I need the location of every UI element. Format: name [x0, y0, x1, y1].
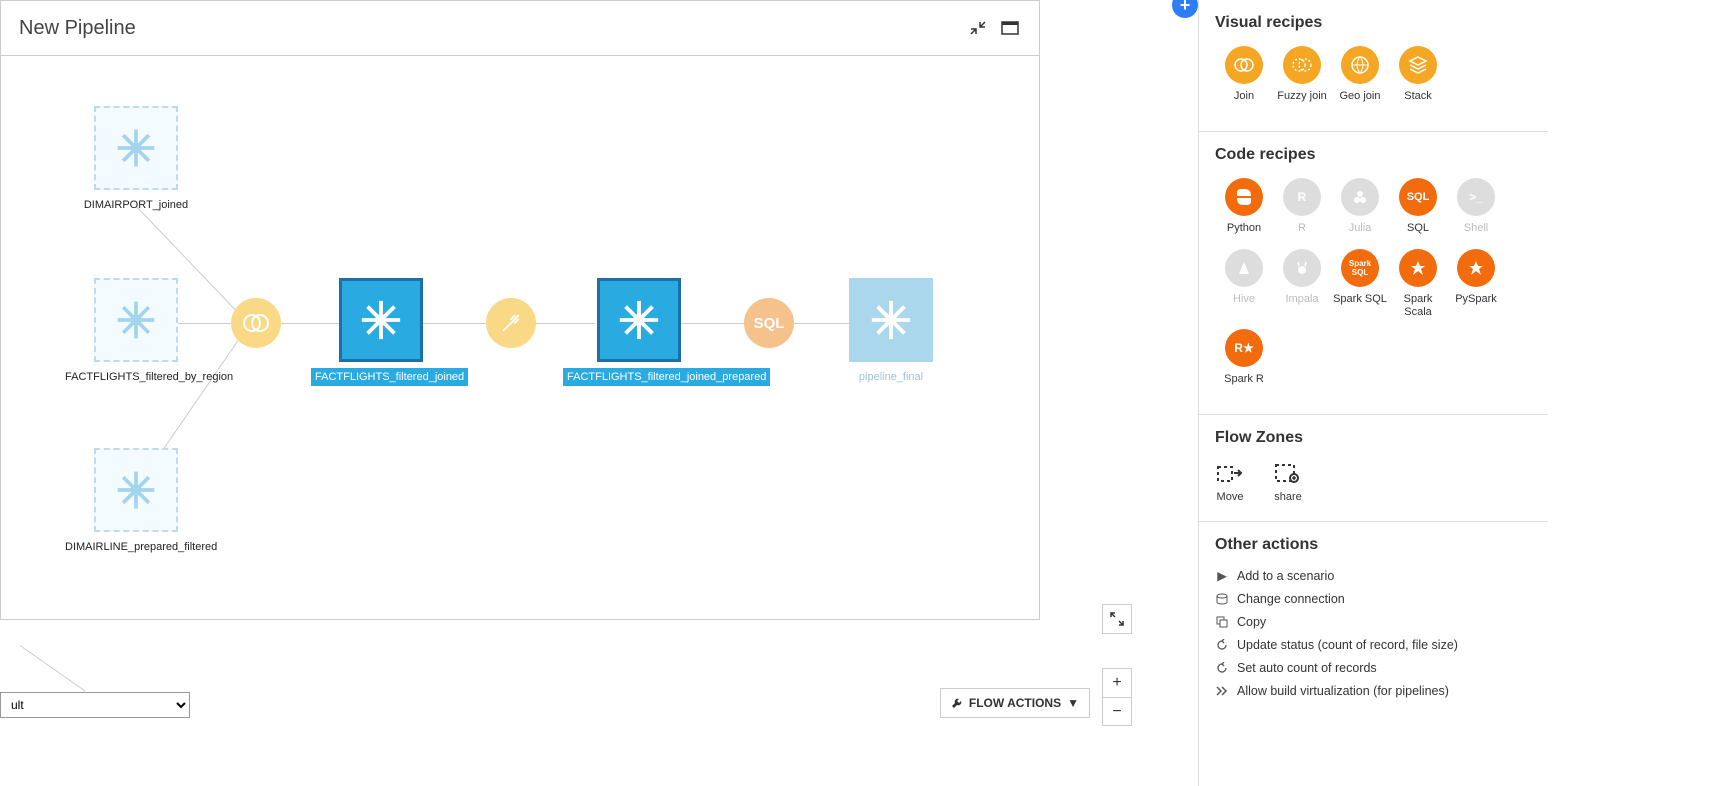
dataset-node-dimairline[interactable]: DIMAIRLINE_prepared_filtered	[61, 448, 211, 556]
action-set-auto-count[interactable]: Set auto count of records	[1215, 661, 1532, 675]
recipe-prepare[interactable]	[486, 298, 536, 348]
node-label: pipeline_final	[831, 368, 951, 386]
node-label: FACTFLIGHTS_filtered_joined_prepared	[563, 368, 770, 386]
action-change-connection[interactable]: Change connection	[1215, 592, 1532, 606]
collapse-icon[interactable]	[967, 17, 989, 39]
section-title: Other actions	[1215, 536, 1532, 554]
copy-icon	[1215, 616, 1229, 628]
recipe-r[interactable]: RR	[1273, 178, 1331, 235]
dataset-node-factflights-joined[interactable]: FACTFLIGHTS_filtered_joined	[311, 278, 451, 386]
other-actions-section: Other actions ▶Add to a scenario Change …	[1199, 522, 1548, 716]
recipe-hive[interactable]: Hive	[1215, 249, 1273, 319]
zoom-controls: + −	[1102, 668, 1132, 726]
maximize-icon[interactable]	[999, 17, 1021, 39]
visual-recipes-section: Visual recipes Join Fuzzy join Geo join …	[1199, 0, 1548, 132]
recipe-julia[interactable]: Julia	[1331, 178, 1389, 235]
recipe-fuzzy-join[interactable]: Fuzzy join	[1273, 46, 1331, 103]
section-title: Code recipes	[1215, 146, 1532, 164]
wrench-icon	[951, 697, 963, 709]
recipe-sql[interactable]: SQLSQL	[1389, 178, 1447, 235]
sql-icon: SQL	[744, 298, 794, 348]
dataset-node-factflights-region[interactable]: FACTFLIGHTS_filtered_by_region	[61, 278, 211, 386]
node-label: FACTFLIGHTS_filtered_joined	[311, 368, 468, 386]
recipe-stack[interactable]: Stack	[1389, 46, 1447, 103]
recipe-pyspark[interactable]: PySpark	[1447, 249, 1505, 319]
zoom-in-button[interactable]: +	[1103, 669, 1131, 697]
fullscreen-button[interactable]	[1102, 604, 1132, 634]
recipe-geo-join[interactable]: Geo join	[1331, 46, 1389, 103]
flowzone-share[interactable]: share	[1273, 461, 1303, 503]
recipe-spark-scala[interactable]: Spark Scala	[1389, 249, 1447, 319]
flow-actions-label: FLOW ACTIONS	[969, 696, 1061, 710]
right-sidebar: Visual recipes Join Fuzzy join Geo join …	[1198, 0, 1548, 786]
action-update-status[interactable]: Update status (count of record, file siz…	[1215, 638, 1532, 652]
play-icon: ▶	[1215, 568, 1229, 583]
caret-down-icon: ▼	[1067, 696, 1079, 710]
dataset-node-dimairport[interactable]: DIMAIRPORT_joined	[61, 106, 211, 214]
recipe-python[interactable]: Python	[1215, 178, 1273, 235]
section-title: Flow Zones	[1215, 429, 1532, 447]
pipeline-panel: New Pipeline DIMAIRPORT_joined	[0, 0, 1040, 620]
node-label: FACTFLIGHTS_filtered_by_region	[61, 368, 211, 386]
view-select[interactable]: ult	[0, 692, 190, 718]
node-label: DIMAIRLINE_prepared_filtered	[61, 538, 211, 556]
recipe-shell[interactable]: >_Shell	[1447, 178, 1505, 235]
dataset-node-pipeline-final[interactable]: pipeline_final	[831, 278, 951, 386]
edge-fragment	[20, 645, 86, 692]
action-allow-virtualization[interactable]: Allow build virtualization (for pipeline…	[1215, 684, 1532, 698]
recipe-impala[interactable]: Impala	[1273, 249, 1331, 319]
code-recipes-section: Code recipes Python RR Julia SQLSQL >_Sh…	[1199, 132, 1548, 415]
section-title: Visual recipes	[1215, 14, 1532, 32]
node-label: DIMAIRPORT_joined	[61, 196, 211, 214]
flow-actions-button[interactable]: FLOW ACTIONS ▼	[940, 688, 1090, 718]
dataset-node-factflights-prepared[interactable]: FACTFLIGHTS_filtered_joined_prepared	[563, 278, 715, 386]
recipe-join[interactable]	[231, 298, 281, 348]
zoom-out-button[interactable]: −	[1103, 697, 1131, 725]
recipe-spark-r[interactable]: R★Spark R	[1215, 329, 1273, 386]
flow-zones-section: Flow Zones Move share	[1199, 415, 1548, 522]
recipe-join[interactable]: Join	[1215, 46, 1273, 103]
refresh-icon	[1215, 639, 1229, 651]
pipeline-title: New Pipeline	[19, 17, 957, 40]
recipe-spark-sql[interactable]: SparkSQLSpark SQL	[1331, 249, 1389, 319]
flowzone-move[interactable]: Move	[1215, 461, 1245, 503]
action-add-to-scenario[interactable]: ▶Add to a scenario	[1215, 568, 1532, 583]
flow-canvas[interactable]: DIMAIRPORT_joined FACTFLIGHTS_filtered_b…	[1, 56, 1039, 619]
database-icon	[1215, 593, 1229, 605]
refresh-icon	[1215, 662, 1229, 674]
forward-icon	[1215, 686, 1229, 696]
pipeline-header: New Pipeline	[1, 1, 1039, 56]
main-canvas-area: New Pipeline DIMAIRPORT_joined	[0, 0, 1200, 786]
recipe-sql[interactable]: SQL	[744, 298, 794, 348]
action-copy[interactable]: Copy	[1215, 615, 1532, 629]
